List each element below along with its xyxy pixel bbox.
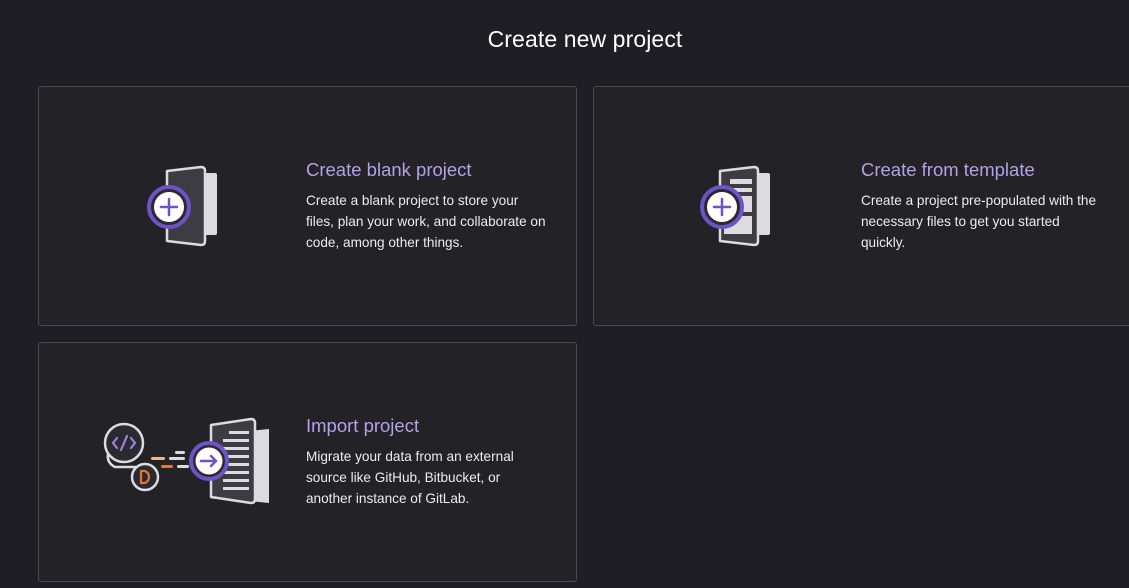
card-description: Create a blank project to store your fil…	[306, 193, 546, 250]
blank-project-illustration-icon	[145, 163, 239, 249]
card-description: Migrate your data from an external sourc…	[306, 449, 514, 506]
create-from-template-card[interactable]: Create from template Create a project pr…	[593, 86, 1129, 326]
card-heading: Create blank project	[306, 159, 472, 180]
import-project-illustration-icon	[101, 417, 277, 507]
card-heading: Import project	[306, 415, 420, 436]
template-project-illustration-icon	[698, 163, 792, 249]
create-blank-project-card[interactable]: Create blank project Create a blank proj…	[38, 86, 577, 326]
card-heading: Create from template	[861, 159, 1035, 180]
card-description: Create a project pre-populated with the …	[861, 193, 1097, 250]
page-title: Create new project	[487, 26, 683, 52]
import-project-card[interactable]: Import project Migrate your data from an…	[38, 342, 577, 582]
create-new-project-page: Create new project Create blank project …	[0, 0, 1129, 588]
